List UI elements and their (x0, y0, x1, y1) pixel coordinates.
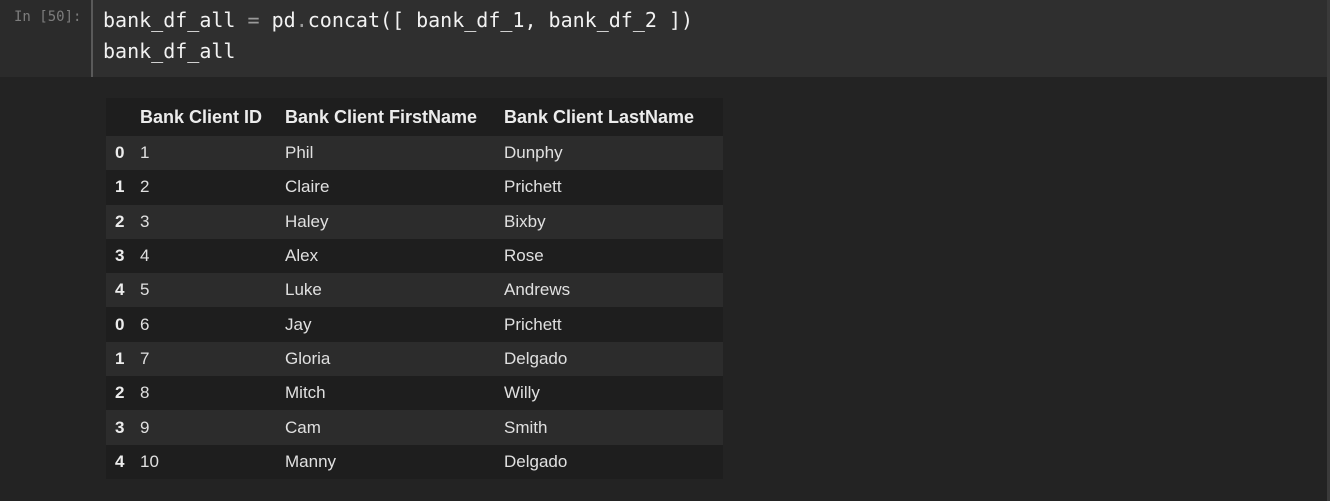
cell-lastname: Prichett (504, 177, 562, 197)
table-row: 1 7 Gloria Delgado (106, 341, 723, 377)
cell-output: Bank Client ID Bank Client FirstName Ban… (0, 77, 1327, 501)
cell-client-id: 3 (140, 211, 150, 231)
cell-lastname: Rose (504, 246, 544, 266)
cell-client-id: 6 (140, 314, 150, 334)
column-header-client-id: Bank Client ID (140, 98, 285, 136)
cell-firstname: Luke (285, 280, 322, 300)
row-index: 1 (115, 177, 125, 197)
cell-lastname: Bixby (504, 211, 546, 231)
cell-firstname: Alex (285, 246, 319, 266)
cell-lastname: Delgado (504, 348, 568, 368)
index-header (106, 98, 140, 136)
row-index: 3 (115, 246, 125, 266)
code-dot: . (295, 8, 308, 32)
code-variable: bank_df_all (103, 8, 236, 32)
column-header-firstname: Bank Client FirstName (285, 98, 504, 136)
cell-firstname: Phil (285, 143, 314, 163)
table-row: 3 4 Alex Rose (106, 238, 723, 274)
table-row: 1 2 Claire Prichett (106, 170, 723, 205)
cell-client-id: 8 (140, 383, 150, 403)
cell-firstname: Gloria (285, 348, 331, 368)
table-header-row: Bank Client ID Bank Client FirstName Ban… (106, 98, 723, 136)
cell-firstname: Claire (285, 177, 330, 197)
cell-firstname: Cam (285, 417, 321, 437)
notebook-cell[interactable]: In [50]: bank_df_all = pd.concat([ bank_… (0, 0, 1330, 501)
cell-lastname: Prichett (504, 314, 562, 334)
cell-lastname: Smith (504, 417, 548, 437)
cell-client-id: 5 (140, 280, 150, 300)
row-index: 4 (115, 451, 125, 471)
input-prompt: In [50]: (14, 9, 82, 25)
cell-firstname: Jay (285, 314, 312, 334)
cell-firstname: Haley (285, 211, 329, 231)
cell-client-id: 4 (140, 246, 150, 266)
table-row: 0 1 Phil Dunphy (106, 136, 723, 171)
table-row: 2 3 Haley Bixby (106, 204, 723, 239)
code-line-1: bank_df_all = pd.concat([ bank_df_1, ban… (103, 8, 693, 32)
code-module: pd (271, 8, 296, 32)
row-index: 1 (115, 348, 125, 368)
cell-lastname: Willy (504, 383, 540, 403)
row-index: 2 (115, 211, 125, 231)
cell-client-id: 1 (140, 143, 150, 163)
cell-client-id: 7 (140, 348, 150, 368)
cell-client-id: 9 (140, 417, 150, 437)
cell-client-id: 2 (140, 177, 150, 197)
row-index: 0 (115, 314, 125, 334)
row-index: 0 (115, 143, 125, 163)
code-operator: = (247, 8, 260, 32)
cell-client-id: 10 (140, 451, 159, 471)
row-index: 2 (115, 383, 125, 403)
row-index: 4 (115, 280, 125, 300)
code-line-2: bank_df_all (103, 39, 236, 63)
cell-firstname: Manny (285, 451, 337, 471)
column-header-lastname: Bank Client LastName (504, 98, 723, 136)
cell-firstname: Mitch (285, 383, 326, 403)
cell-lastname: Andrews (504, 280, 571, 300)
row-index: 3 (115, 417, 125, 437)
table-row: 0 6 Jay Prichett (106, 307, 723, 342)
dataframe-table: Bank Client ID Bank Client FirstName Ban… (106, 98, 723, 479)
code-editor[interactable]: bank_df_all = pd.concat([ bank_df_1, ban… (91, 0, 1327, 77)
cell-lastname: Dunphy (504, 143, 563, 163)
code-call: concat([ bank_df_1, bank_df_2 ]) (307, 8, 694, 32)
table-row: 4 10 Manny Delgado (106, 444, 723, 479)
table-row: 3 9 Cam Smith (106, 410, 723, 445)
table-row: 2 8 Mitch Willy (106, 376, 723, 411)
table-row: 4 5 Luke Andrews (106, 273, 723, 308)
cell-lastname: Delgado (504, 451, 568, 471)
